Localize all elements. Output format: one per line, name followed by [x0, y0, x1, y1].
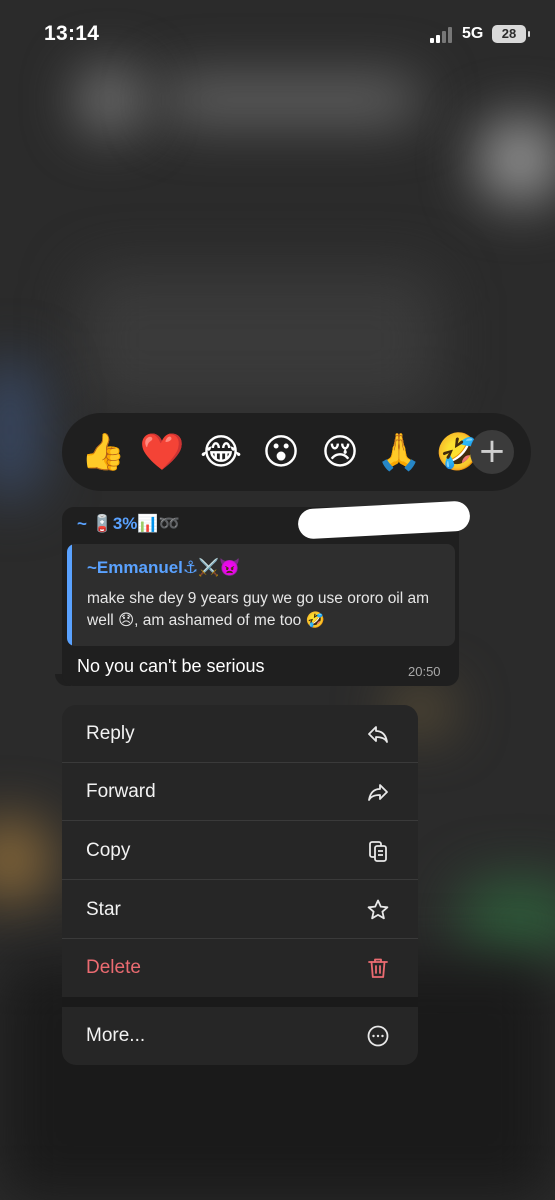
message-text: No you can't be serious: [77, 656, 265, 676]
menu-label: Reply: [86, 723, 135, 744]
menu-label: More...: [86, 1025, 146, 1046]
reaction-surprised[interactable]: 😮: [258, 431, 304, 473]
menu-item-delete[interactable]: Delete: [62, 939, 418, 997]
menu-separator: [62, 997, 418, 1007]
message-sender[interactable]: ~ 🪫3%📊➿: [77, 514, 180, 534]
reaction-heart[interactable]: ❤️: [139, 431, 185, 473]
quote-author: ~Emmanuel⚓⚔️👿: [87, 558, 241, 577]
menu-item-forward[interactable]: Forward: [62, 763, 418, 821]
status-bar: 13:14 5G 28: [0, 0, 555, 70]
star-icon: [367, 899, 389, 920]
forward-icon: [368, 784, 388, 801]
menu-label: Copy: [86, 840, 131, 861]
more-reactions-button[interactable]: +: [470, 430, 514, 474]
menu-label: Star: [86, 899, 121, 920]
menu-item-copy[interactable]: Copy: [62, 822, 418, 880]
cellular-signal-icon: [430, 27, 456, 43]
battery-icon: 28: [492, 25, 530, 43]
status-time: 13:14: [44, 22, 100, 45]
reaction-thumbs-up[interactable]: 👍: [80, 431, 126, 473]
menu-label: Forward: [86, 781, 156, 802]
trash-icon: [368, 958, 388, 978]
reaction-pray[interactable]: 🙏: [376, 431, 422, 473]
menu-item-more[interactable]: More...: [62, 1007, 418, 1065]
quoted-message[interactable]: ~Emmanuel⚓⚔️👿 make she dey 9 years guy w…: [67, 544, 455, 646]
menu-item-star[interactable]: Star: [62, 881, 418, 939]
reaction-laugh[interactable]: 😂: [198, 431, 244, 473]
network-type: 5G: [462, 25, 484, 42]
menu-item-reply[interactable]: Reply: [62, 705, 418, 763]
reply-icon: [368, 726, 388, 743]
quote-accent-bar: [67, 544, 72, 646]
more-icon: [367, 1025, 389, 1047]
copy-icon: [369, 841, 387, 862]
quote-text: make she dey 9 years guy we go use ororo…: [87, 590, 430, 629]
message-time: 20:50: [408, 664, 441, 679]
reaction-bar: 👍 ❤️ 😂 😮 😢 🙏 🤣: [62, 413, 531, 491]
menu-label: Delete: [86, 957, 141, 978]
context-menu: Reply Forward Copy Star Delete More...: [62, 705, 418, 1065]
reaction-sad[interactable]: 😢: [317, 431, 363, 473]
